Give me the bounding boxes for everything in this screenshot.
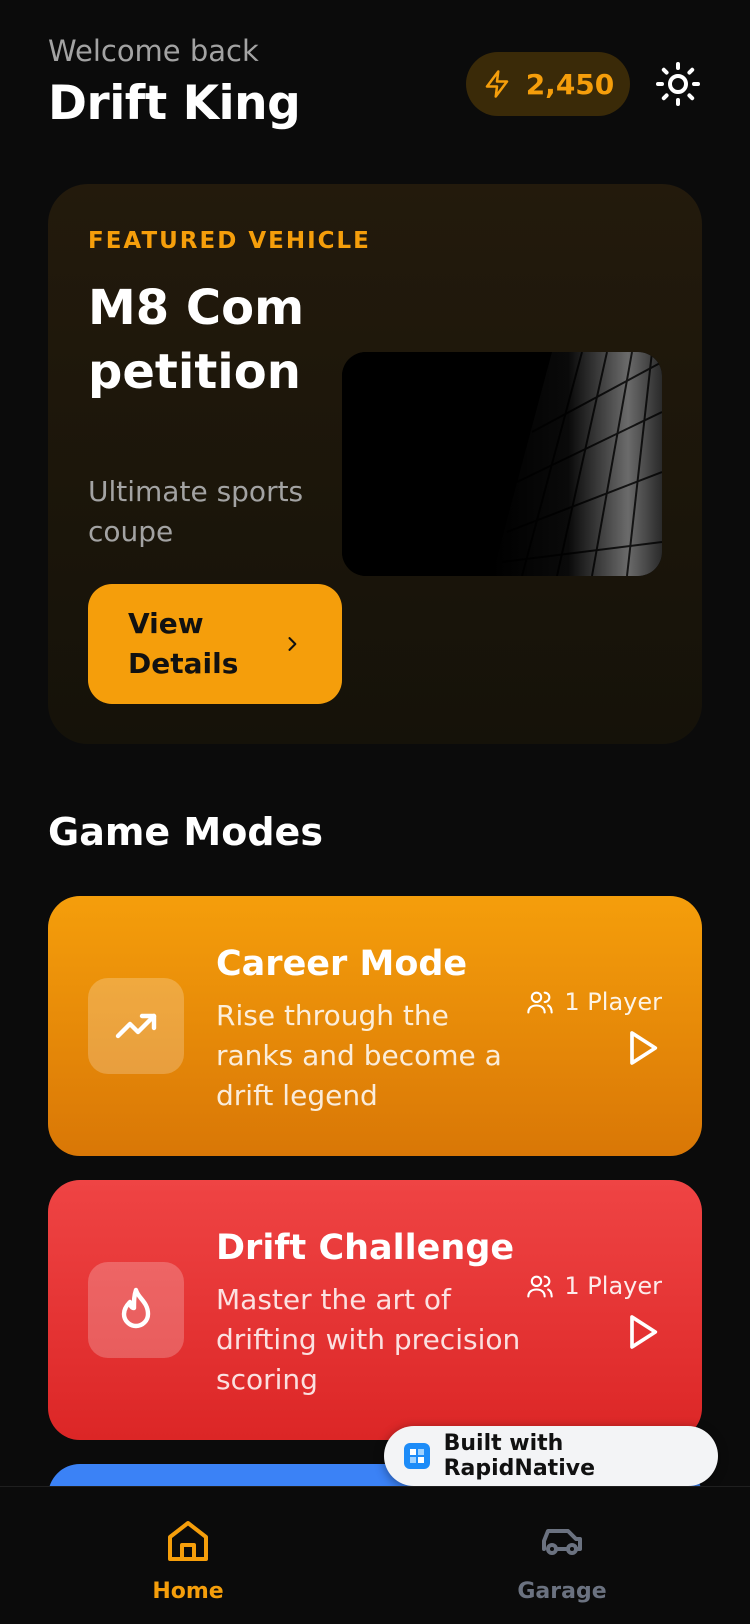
career-mode-card[interactable]: Career Mode Rise through the ranks and b… — [48, 896, 702, 1156]
header: Welcome back Drift King 2,450 — [48, 34, 702, 144]
mode-title: Career Mode — [216, 944, 468, 984]
play-icon[interactable] — [622, 1310, 662, 1354]
players-info: 1 Player — [526, 1272, 662, 1300]
game-modes-title: Game Modes — [48, 810, 323, 854]
trending-up-icon — [115, 1013, 157, 1039]
points-badge[interactable]: 2,450 — [466, 52, 630, 116]
welcome-text: Welcome back — [48, 34, 259, 68]
tab-bar: Home Garage — [0, 1486, 750, 1624]
drift-challenge-icon-box — [88, 1262, 184, 1358]
mode-description: Rise through the ranks and become a drif… — [216, 999, 502, 1112]
players-info: 1 Player — [526, 988, 662, 1016]
featured-title: M8 Competition — [88, 280, 305, 400]
chevron-right-icon — [288, 637, 297, 651]
vehicle-image — [342, 352, 662, 576]
username: Drift King — [48, 76, 301, 131]
career-mode-icon-box — [88, 978, 184, 1074]
drift-challenge-card[interactable]: Drift Challenge Master the art of drifti… — [48, 1180, 702, 1440]
featured-kicker: FEATURED VEHICLE — [88, 228, 371, 254]
flame-icon — [121, 1287, 151, 1329]
sun-icon[interactable] — [654, 60, 702, 108]
featured-subtitle: Ultimate sports coupe — [88, 475, 304, 548]
play-icon[interactable] — [622, 1026, 662, 1070]
mode-description: Master the art of drifting with precisio… — [216, 1283, 521, 1396]
users-icon — [527, 1275, 554, 1298]
tab-garage-label: Garage — [517, 1579, 607, 1604]
featured-vehicle-card: FEATURED VEHICLE M8 Competition Ultimate… — [48, 184, 702, 744]
players-label: 1 Player — [564, 988, 662, 1016]
rapidnative-logo-icon — [404, 1443, 430, 1469]
users-icon — [527, 991, 554, 1014]
view-details-button[interactable]: View Details — [88, 584, 342, 704]
built-with-badge[interactable]: Built with RapidNative — [384, 1426, 718, 1486]
mode-title: Drift Challenge — [216, 1228, 515, 1268]
tab-home[interactable]: Home — [88, 1517, 288, 1604]
built-with-text: Built with RapidNative — [443, 1431, 595, 1481]
home-icon — [168, 1521, 208, 1561]
view-details-label: View Details — [128, 607, 239, 680]
tab-garage[interactable]: Garage — [462, 1517, 662, 1604]
lightning-icon — [485, 70, 508, 98]
players-label: 1 Player — [564, 1272, 662, 1300]
car-icon — [542, 1529, 582, 1555]
points-value: 2,450 — [525, 67, 615, 101]
tab-home-label: Home — [152, 1579, 224, 1604]
